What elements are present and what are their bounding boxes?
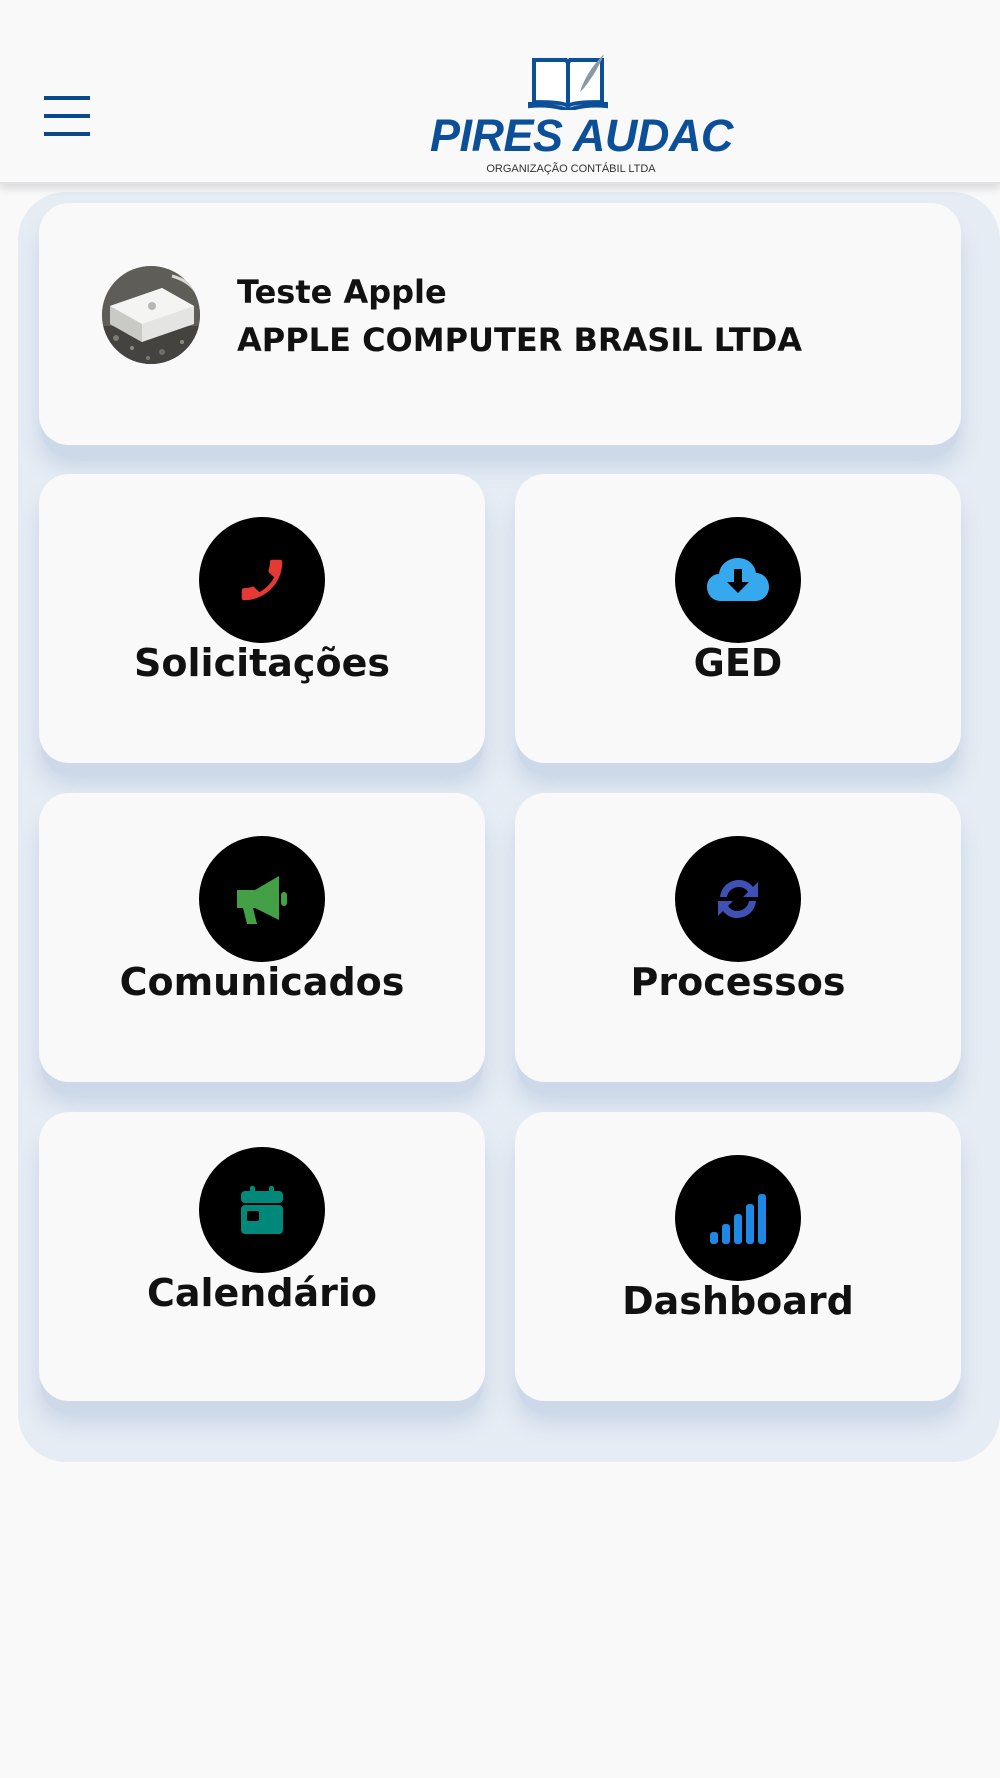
cloud-download-icon: [675, 517, 801, 643]
signal-bars-icon: [675, 1155, 801, 1281]
book-logo-icon: [528, 54, 608, 110]
company-name: APPLE COMPUTER BRASIL LTDA: [237, 321, 803, 359]
sync-icon: [675, 836, 801, 962]
user-name: Teste Apple: [237, 273, 447, 311]
tile-label: GED: [693, 641, 783, 685]
tile-calendario[interactable]: Calendário: [39, 1112, 485, 1401]
hamburger-menu-icon[interactable]: [44, 96, 90, 136]
tile-label: Comunicados: [119, 960, 405, 1004]
tile-dashboard[interactable]: Dashboard: [515, 1112, 961, 1401]
tile-label: Dashboard: [622, 1279, 854, 1323]
tile-label: Solicitações: [134, 641, 390, 685]
avatar: [102, 266, 200, 364]
logo-subtitle: ORGANIZAÇÃO CONTÁBIL LTDA: [486, 163, 656, 175]
tile-processos[interactable]: Processos: [515, 793, 961, 1082]
tile-label: Processos: [630, 960, 846, 1004]
phone-icon: [199, 517, 325, 643]
calendar-icon: [199, 1147, 325, 1273]
megaphone-icon: [199, 836, 325, 962]
app-header: PIRES AUDAC ORGANIZAÇÃO CONTÁBIL LTDA: [0, 0, 1000, 184]
profile-card[interactable]: Teste Apple APPLE COMPUTER BRASIL LTDA: [39, 203, 961, 445]
company-logo: PIRES AUDAC ORGANIZAÇÃO CONTÁBIL LTDA: [426, 52, 733, 180]
tile-ged[interactable]: GED: [515, 474, 961, 763]
tile-label: Calendário: [146, 1271, 378, 1315]
tile-solicitacoes[interactable]: Solicitações: [39, 474, 485, 763]
logo-name: PIRES AUDAC: [430, 110, 733, 161]
tile-comunicados[interactable]: Comunicados: [39, 793, 485, 1082]
